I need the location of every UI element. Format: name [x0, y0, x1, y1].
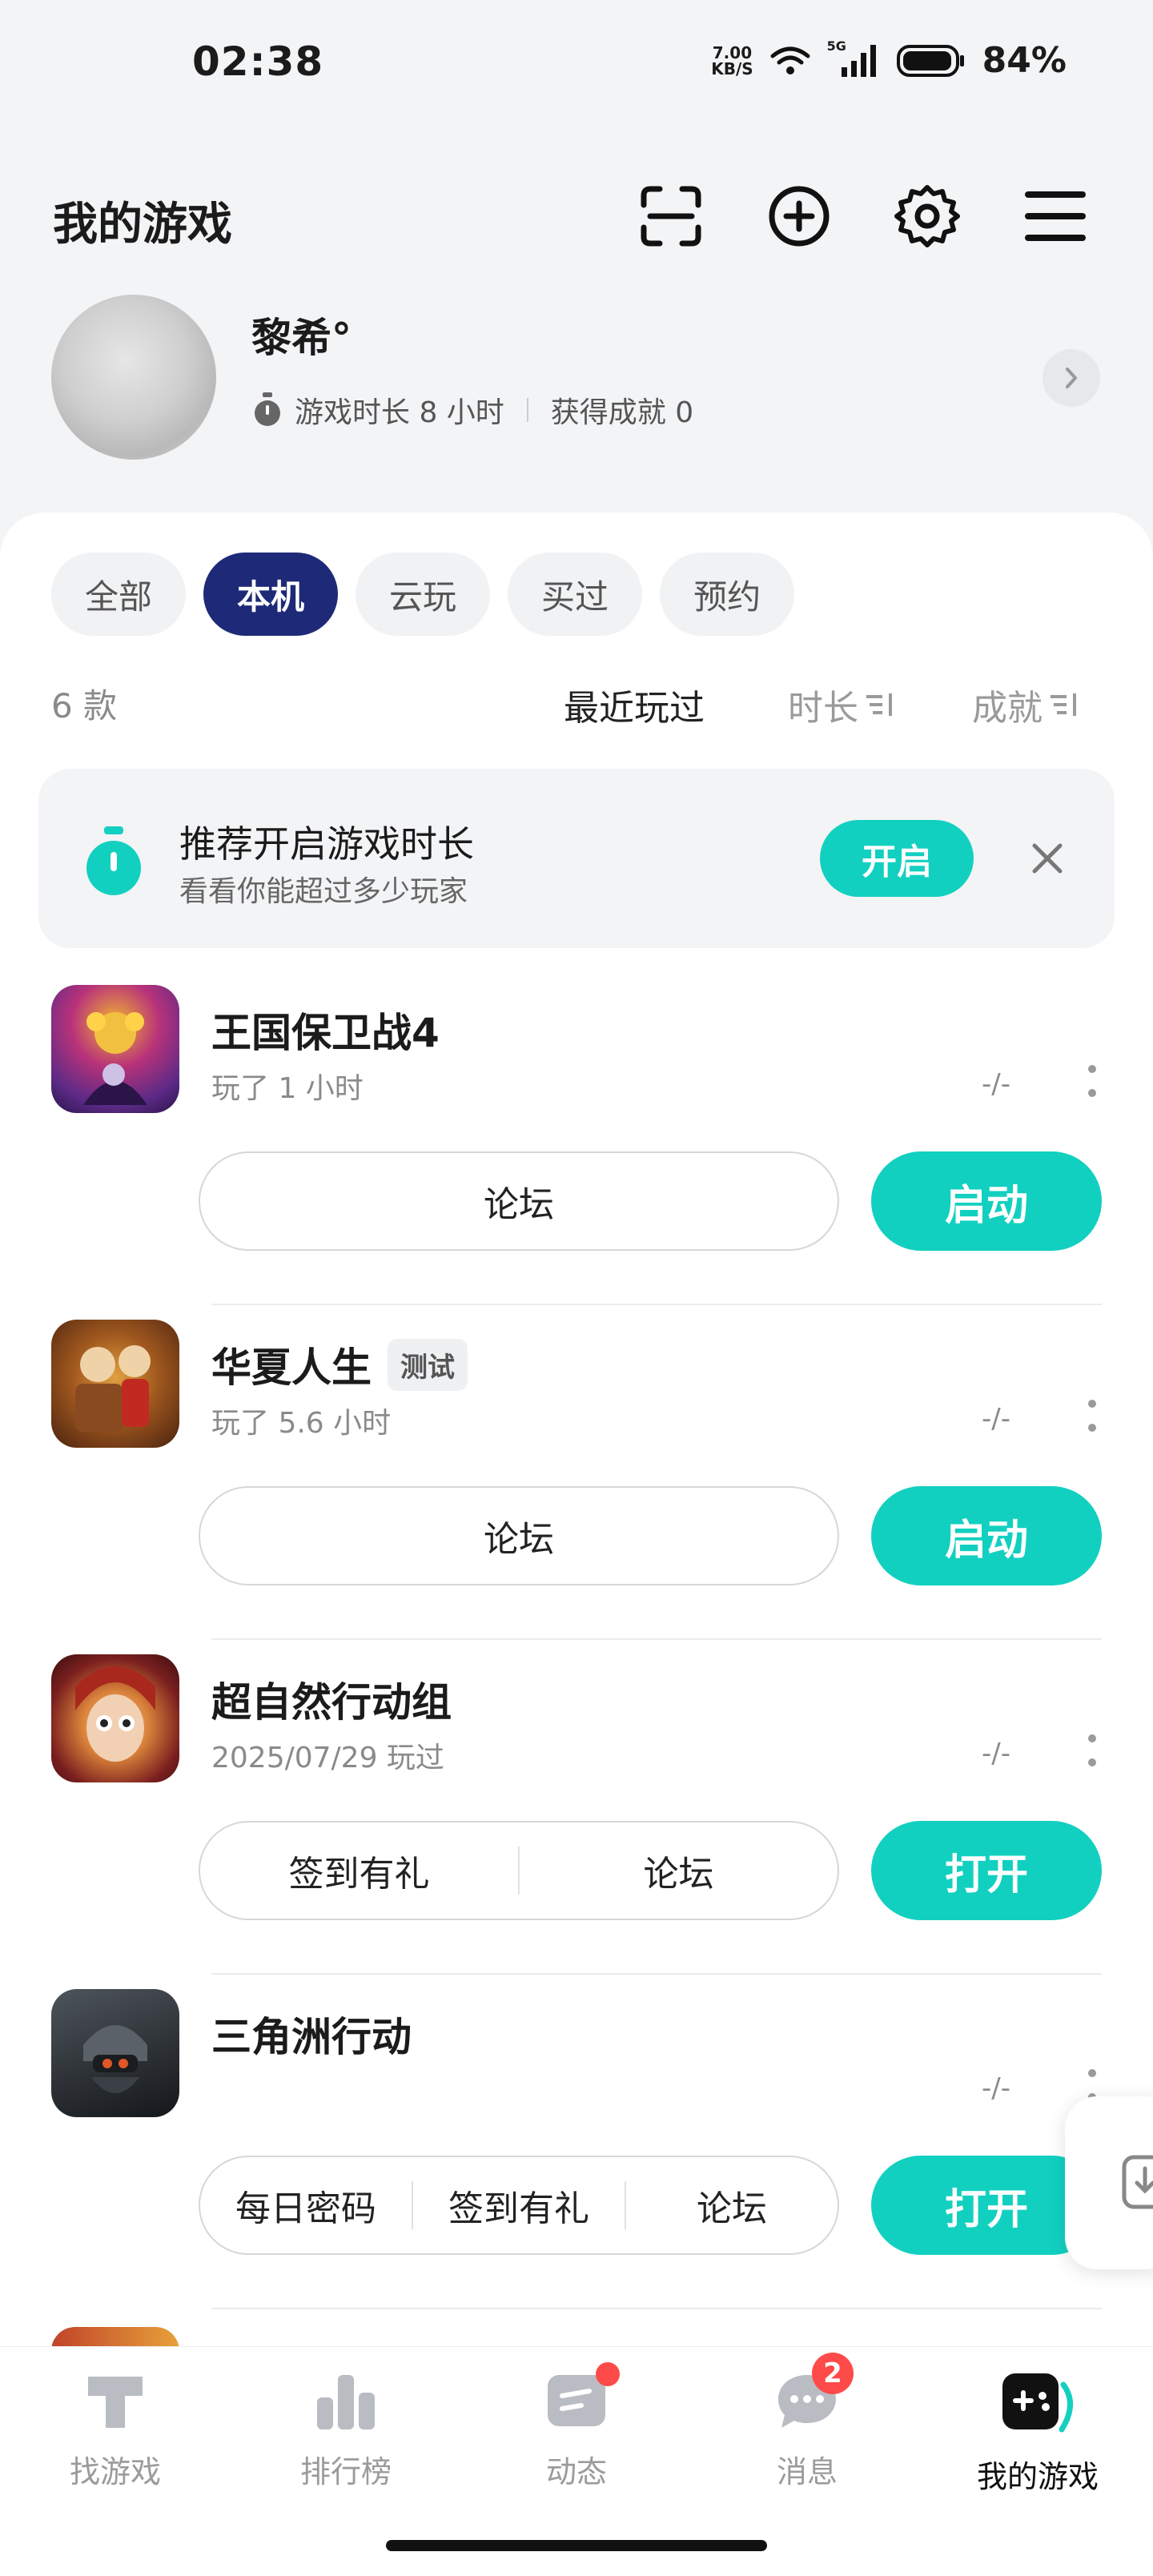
profile-arrow-button[interactable]	[1043, 349, 1100, 407]
nav-feed[interactable]: 动态	[488, 2362, 665, 2491]
tab-all[interactable]: 全部	[51, 553, 187, 636]
banner-subtitle: 看看你能超过多少玩家	[179, 875, 468, 908]
net-speed: 7.00 KB/S	[711, 42, 753, 78]
gear-icon[interactable]	[894, 183, 961, 250]
play-time: 游戏时长 8 小时	[295, 396, 504, 429]
checkin-gift-button[interactable]: 签到有礼	[200, 1845, 518, 1896]
wifi-icon	[770, 46, 810, 74]
game-progress: -/-	[982, 1068, 1010, 1100]
divider	[211, 1973, 1102, 1975]
floating-download-button[interactable]	[1065, 2096, 1153, 2269]
menu-icon[interactable]	[1022, 183, 1089, 250]
checkin-gift-button[interactable]: 签到有礼	[413, 2180, 625, 2231]
tab-cloud[interactable]: 云玩	[356, 553, 491, 636]
more-icon[interactable]	[1087, 1065, 1097, 1097]
game-title[interactable]: 三角洲行动	[211, 2005, 412, 2063]
sort-achievement[interactable]: 成就	[972, 679, 1079, 730]
game-subtitle: 玩了 1 小时	[211, 1072, 364, 1105]
page-title: 我的游戏	[53, 199, 232, 251]
game-subtitle: 玩了 5.6 小时	[211, 1407, 392, 1440]
battery-level: 84%	[982, 40, 1067, 81]
status-icons: 7.00 KB/S 5G 84%	[711, 38, 1067, 82]
action-pill: 论坛	[199, 1486, 839, 1585]
download-icon	[1122, 2155, 1153, 2209]
avatar[interactable]	[51, 295, 216, 460]
sort-icon	[1051, 693, 1076, 716]
launch-button[interactable]: 启动	[871, 1151, 1102, 1251]
test-badge: 测试	[388, 1338, 468, 1391]
game-title[interactable]: 华夏人生 测试	[211, 1336, 468, 1393]
my-games-icon	[1002, 2373, 1073, 2433]
tab-purchased[interactable]: 买过	[508, 553, 643, 636]
game-icon[interactable]	[51, 1320, 179, 1448]
battery-icon	[896, 44, 964, 77]
nav-ranking[interactable]: 排行榜	[258, 2369, 434, 2491]
sort-duration[interactable]: 时长	[788, 679, 895, 730]
add-circle-icon[interactable]	[765, 183, 833, 250]
sort-recent[interactable]: 最近玩过	[564, 679, 705, 730]
home-indicator[interactable]	[386, 2540, 767, 2551]
tab-local[interactable]: 本机	[203, 553, 339, 636]
ranking-icon	[317, 2375, 375, 2429]
close-icon[interactable]	[1022, 833, 1073, 884]
tab-reserved[interactable]: 预约	[660, 553, 795, 636]
enable-button[interactable]: 开启	[820, 820, 974, 897]
forum-button[interactable]: 论坛	[520, 1845, 838, 1896]
achievements: 获得成就 0	[550, 396, 694, 429]
action-pill: 每日密码 签到有礼 论坛	[199, 2156, 839, 2255]
action-pill: 签到有礼 论坛	[199, 1821, 839, 1920]
launch-button[interactable]: 启动	[871, 1486, 1102, 1585]
nav-find-game[interactable]: 找游戏	[27, 2369, 203, 2491]
more-icon[interactable]	[1087, 1400, 1097, 1432]
open-button[interactable]: 打开	[871, 1821, 1102, 1920]
status-time: 02:38	[192, 38, 324, 85]
divider	[211, 1304, 1102, 1305]
banner-title: 推荐开启游戏时长	[179, 822, 474, 866]
divider	[211, 1638, 1102, 1640]
game-item: 华夏人生 测试 玩了 5.6 小时 -/- 论坛 启动	[0, 1320, 1153, 1654]
game-progress: -/-	[982, 1403, 1010, 1435]
signal-icon: 5G	[827, 38, 880, 78]
nav-messages[interactable]: 2 消息	[719, 2353, 895, 2491]
game-title[interactable]: 王国保卫战4	[211, 1001, 440, 1059]
game-subtitle: 2025/07/29 玩过	[211, 1742, 444, 1774]
game-progress: -/-	[982, 1738, 1010, 1770]
stopwatch-icon	[255, 392, 280, 426]
find-game-icon	[88, 2377, 143, 2428]
forum-button[interactable]: 论坛	[626, 2180, 838, 2231]
game-progress: -/-	[982, 2072, 1010, 2104]
game-item: 三角洲行动 -/- 每日密码 签到有礼 论坛 打开	[0, 1989, 1153, 2324]
divider	[211, 2308, 1102, 2309]
game-icon[interactable]	[51, 1654, 179, 1782]
filter-tabs: 全部 本机 云玩 买过 预约	[51, 553, 795, 636]
more-icon[interactable]	[1087, 1734, 1097, 1766]
profile-stats: 游戏时长 8 小时 获得成就 0	[251, 389, 693, 431]
game-title[interactable]: 超自然行动组	[211, 1670, 452, 1728]
username[interactable]: 黎希°	[251, 306, 352, 364]
forum-button[interactable]: 论坛	[200, 1175, 838, 1227]
sort-icon	[866, 693, 892, 716]
game-item: 王国保卫战4 玩了 1 小时 -/- 论坛 启动	[0, 985, 1153, 1320]
scan-icon[interactable]	[637, 183, 705, 250]
stopwatch-icon	[86, 826, 141, 895]
game-icon[interactable]	[51, 985, 179, 1113]
game-count: 6 款	[51, 686, 118, 725]
notification-dot	[596, 2362, 620, 2386]
divider	[526, 398, 528, 422]
action-pill: 论坛	[199, 1151, 839, 1251]
message-badge: 2	[812, 2353, 854, 2394]
forum-button[interactable]: 论坛	[200, 1510, 838, 1561]
daily-password-button[interactable]: 每日密码	[200, 2180, 412, 2231]
game-item: 超自然行动组 2025/07/29 玩过 -/- 签到有礼 论坛 打开	[0, 1654, 1153, 1989]
nav-my-games[interactable]: 我的游戏	[950, 2369, 1126, 2496]
game-icon[interactable]	[51, 1989, 179, 2117]
chevron-right-icon	[1066, 368, 1077, 388]
